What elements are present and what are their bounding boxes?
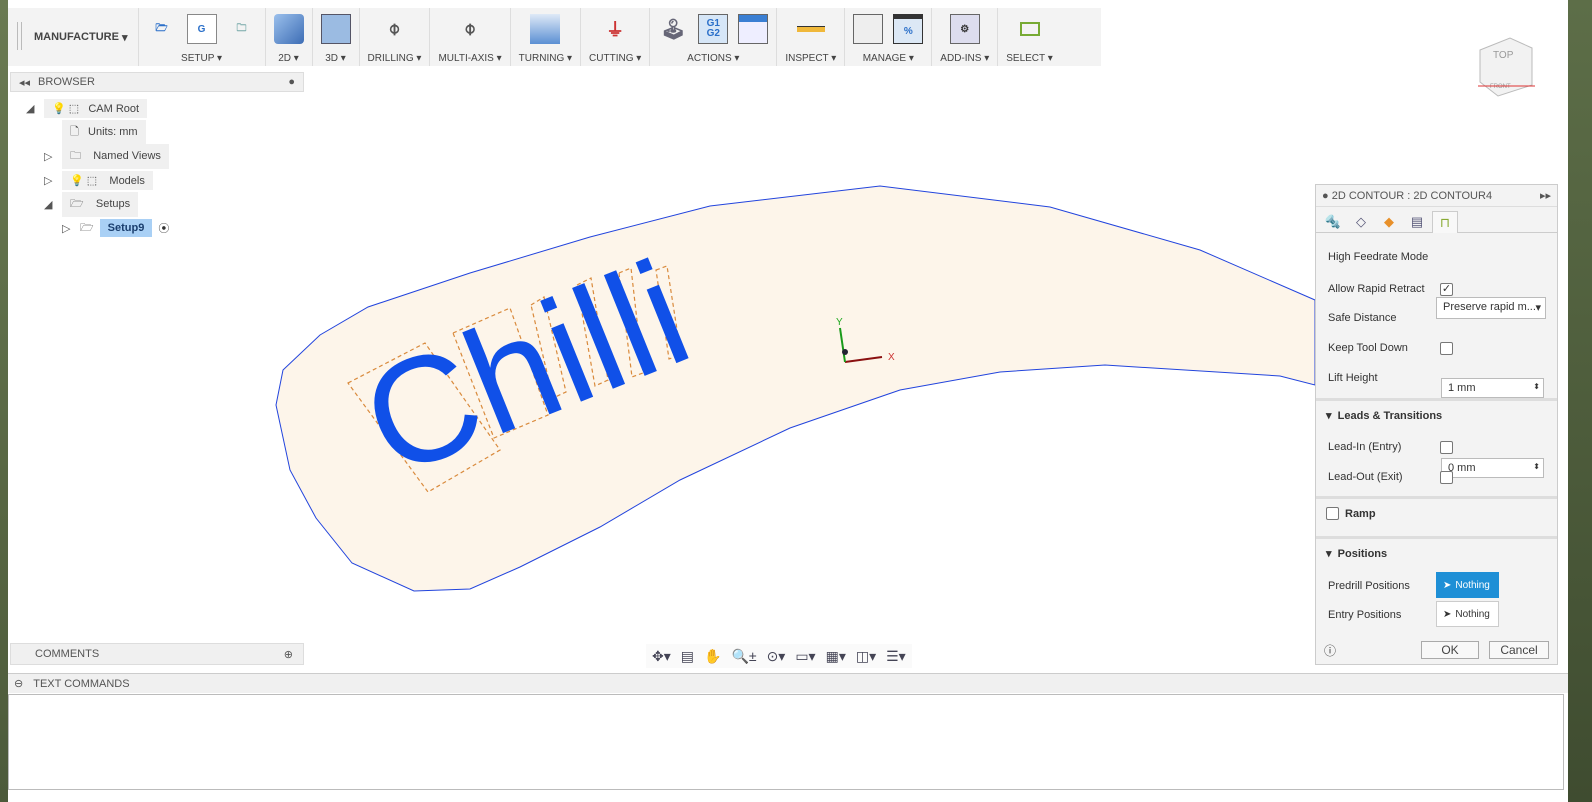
tab-geometry[interactable]: ◇ bbox=[1348, 211, 1374, 233]
cursor-icon: ➤ bbox=[1443, 579, 1452, 591]
tree-item-models[interactable]: ▷ 💡 ⬚ Models bbox=[44, 170, 153, 190]
lead-in-checkbox[interactable] bbox=[1440, 441, 1453, 454]
lift-height-input[interactable]: 0 mm ⬍ bbox=[1441, 458, 1544, 478]
setup-folder-icon: 🗁 bbox=[80, 221, 94, 234]
keep-tool-down-checkbox[interactable] bbox=[1440, 342, 1453, 355]
comments-title: COMMENTS bbox=[35, 648, 100, 660]
lightbulb-icon[interactable]: 💡 bbox=[70, 175, 84, 187]
viewcube-front-label: FRONT bbox=[1490, 84, 1511, 90]
add-comment-icon[interactable]: ⊕ bbox=[284, 648, 293, 661]
viewcube[interactable]: TOP FRONT bbox=[1478, 37, 1535, 97]
tab-passes[interactable]: ▤ bbox=[1404, 211, 1430, 233]
minimize-icon[interactable]: ● bbox=[1322, 190, 1329, 202]
leads-section-header[interactable]: ▾ Leads & Transitions bbox=[1316, 398, 1557, 430]
high-feedrate-row: High Feedrate Mode bbox=[1328, 251, 1429, 263]
active-setup-icon[interactable]: ⦿ bbox=[158, 220, 169, 236]
component-icon: ⬚ bbox=[68, 102, 80, 115]
safe-distance-label: Safe Distance bbox=[1328, 312, 1397, 324]
browser-title: BROWSER bbox=[38, 76, 95, 88]
tab-tool[interactable]: 🔩 bbox=[1320, 211, 1346, 233]
dialog-title: 2D CONTOUR : 2D CONTOUR4 bbox=[1331, 189, 1493, 202]
display-settings-icon[interactable]: ▭▾ bbox=[795, 648, 815, 665]
contour-dialog: ● 2D CONTOUR : 2D CONTOUR4 ▸▸ 🔩 ◇ ◆ ▤ ⊓ H… bbox=[1315, 184, 1558, 665]
collapse-icon[interactable]: ◂◂ bbox=[19, 76, 30, 89]
ramp-section: Ramp bbox=[1316, 496, 1557, 528]
viewports-icon[interactable]: ◫▾ bbox=[856, 648, 876, 665]
viewcube-top-label: TOP bbox=[1493, 50, 1514, 61]
axis-y-label: Y bbox=[836, 317, 843, 328]
text-commands-area[interactable] bbox=[8, 694, 1564, 790]
tree-item-named-views[interactable]: ▷ 🗀 Named Views bbox=[44, 143, 169, 169]
lift-height-label: Lift Height bbox=[1328, 372, 1378, 384]
keep-tool-down-label: Keep Tool Down bbox=[1328, 342, 1408, 354]
fit-icon[interactable]: ⊙▾ bbox=[767, 648, 786, 665]
high-feedrate-select[interactable]: Preserve rapid m... ▾ bbox=[1436, 297, 1546, 319]
lead-in-label: Lead-In (Entry) bbox=[1328, 441, 1402, 453]
allow-rapid-label: Allow Rapid Retract bbox=[1328, 283, 1425, 295]
tree-item-setups[interactable]: ◢ 🗁 Setups bbox=[44, 191, 139, 217]
units-icon: 🗋 bbox=[70, 125, 79, 138]
tree-item-units[interactable]: 🗋 Units: mm bbox=[62, 119, 146, 145]
positions-section-header[interactable]: ▾ Positions bbox=[1316, 536, 1557, 568]
cursor-icon: ➤ bbox=[1443, 608, 1452, 620]
expanded-icon[interactable]: ◢ bbox=[26, 102, 38, 115]
collapsed-icon[interactable]: ▷ bbox=[44, 174, 56, 187]
collapsed-icon[interactable]: ▷ bbox=[44, 150, 56, 163]
expanded-icon[interactable]: ◢ bbox=[44, 198, 56, 211]
info-icon[interactable]: ⓘ bbox=[1324, 642, 1336, 659]
browser-minimize-icon[interactable]: ● bbox=[288, 76, 295, 88]
folder-icon: 🗀 bbox=[70, 149, 81, 162]
lead-out-checkbox[interactable] bbox=[1440, 471, 1453, 484]
entry-selector[interactable]: ➤ Nothing bbox=[1436, 601, 1499, 627]
expand-icon[interactable]: ▸▸ bbox=[1540, 189, 1551, 202]
lightbulb-icon[interactable]: 💡 bbox=[52, 103, 66, 115]
predrill-selector[interactable]: ➤ Nothing bbox=[1436, 572, 1499, 598]
navigation-bar: ✥▾ ▤ ✋ 🔍± ⊙▾ ▭▾ ▦▾ ◫▾ ☰▾ bbox=[646, 644, 912, 668]
ramp-checkbox[interactable] bbox=[1326, 507, 1339, 520]
comments-bar[interactable]: COMMENTS ⊕ bbox=[10, 643, 304, 665]
lead-out-label: Lead-Out (Exit) bbox=[1328, 471, 1403, 483]
component-icon: ⬚ bbox=[86, 174, 98, 187]
tab-heights[interactable]: ◆ bbox=[1376, 211, 1402, 233]
layers-icon[interactable]: ☰▾ bbox=[886, 648, 906, 665]
minimize-icon[interactable]: ⊖ bbox=[14, 677, 23, 690]
cancel-button[interactable]: Cancel bbox=[1489, 641, 1549, 659]
predrill-label: Predrill Positions bbox=[1328, 580, 1410, 592]
safe-distance-input[interactable]: 1 mm ⬍ bbox=[1441, 378, 1544, 398]
tree-item-setup9[interactable]: ▷ 🗁 Setup9 ⦿ bbox=[62, 218, 169, 238]
setup-folder-icon: 🗁 bbox=[70, 197, 84, 210]
text-commands-title: TEXT COMMANDS bbox=[33, 677, 130, 690]
zoom-icon[interactable]: 🔍± bbox=[731, 648, 756, 665]
tree-item-cam-root[interactable]: ◢ 💡 ⬚ CAM Root bbox=[26, 98, 148, 118]
orbit-icon[interactable]: ✥▾ bbox=[652, 648, 671, 665]
dialog-title-wrap: ● 2D CONTOUR : 2D CONTOUR4 bbox=[1322, 190, 1492, 202]
collapsed-icon[interactable]: ▷ bbox=[62, 222, 74, 235]
entry-label: Entry Positions bbox=[1328, 609, 1402, 621]
ok-button[interactable]: OK bbox=[1421, 641, 1479, 659]
pan-icon[interactable]: ✋ bbox=[704, 648, 721, 665]
browser-header[interactable]: ◂◂ BROWSER ● bbox=[10, 72, 304, 92]
axis-x-label: X bbox=[888, 352, 895, 363]
tab-linking[interactable]: ⊓ bbox=[1432, 211, 1458, 233]
grid-icon[interactable]: ▦▾ bbox=[826, 648, 846, 665]
text-commands-header[interactable]: ⊖ TEXT COMMANDS bbox=[8, 673, 1568, 693]
allow-rapid-checkbox[interactable]: ✓ bbox=[1440, 283, 1453, 296]
look-at-icon[interactable]: ▤ bbox=[681, 648, 694, 665]
dialog-tabs: 🔩 ◇ ◆ ▤ ⊓ bbox=[1316, 207, 1557, 233]
